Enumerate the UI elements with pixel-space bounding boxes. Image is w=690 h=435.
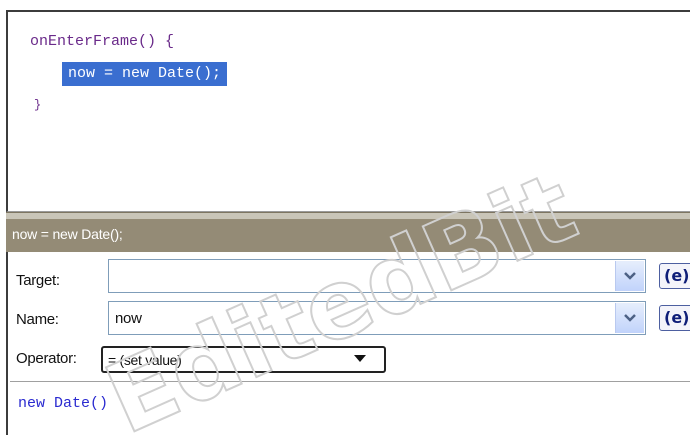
code-line-closing-brace[interactable]: } [34,95,41,115]
target-label: Target: [16,272,60,289]
name-value[interactable]: now [115,310,142,327]
expression-value[interactable]: new Date() [18,395,108,412]
statement-title-bar: now = new Date(); [6,212,690,252]
chevron-down-icon [624,272,636,280]
caret-down-icon[interactable] [354,355,366,362]
operator-value[interactable]: = (set value) [108,352,182,368]
name-combobox[interactable]: now [108,301,646,335]
statement-title: now = new Date(); [12,226,123,242]
properties-panel: Target: (e) Name: now (e) Operator: = (s… [6,252,690,435]
code-line-selected[interactable]: now = new Date(); [62,62,228,86]
name-dropdown-button[interactable] [615,303,644,333]
name-label: Name: [16,311,59,328]
operator-label: Operator: [16,350,77,367]
target-expression-button[interactable]: (e) [659,263,690,289]
selected-statement[interactable]: now = new Date(); [62,62,228,86]
expression-field[interactable]: new Date() [10,381,690,435]
code-line-function[interactable]: onEnterFrame() { [30,32,174,52]
name-expression-button[interactable]: (e) [659,305,690,331]
target-dropdown-button[interactable] [615,261,644,291]
operator-select[interactable]: = (set value) [101,346,386,373]
chevron-down-icon [624,314,636,322]
target-combobox[interactable] [108,259,646,293]
code-editor[interactable]: onEnterFrame() { now = new Date(); } [6,10,690,212]
